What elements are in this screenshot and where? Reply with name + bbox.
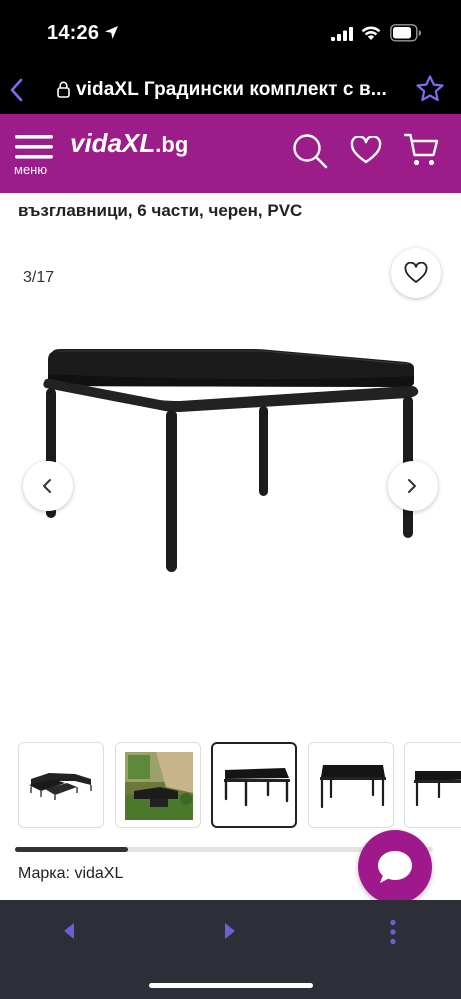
title-first-line-clipped xyxy=(18,193,318,198)
thumb-sofa-set[interactable] xyxy=(18,742,104,828)
thumb-garden-scene[interactable] xyxy=(115,742,201,828)
site-header: меню vidaXL.bg xyxy=(0,114,461,193)
search-icon[interactable] xyxy=(292,133,328,169)
scrollbar-thumb[interactable] xyxy=(15,847,128,852)
chat-icon xyxy=(378,851,412,883)
logo-domain: .bg xyxy=(155,132,189,157)
browser-bottom-toolbar xyxy=(0,900,461,999)
thumb-ottoman-side[interactable] xyxy=(308,742,394,828)
thumb-ottoman-front[interactable] xyxy=(211,742,297,828)
status-time: 14:26 xyxy=(47,22,100,44)
wishlist-button[interactable] xyxy=(391,248,441,298)
image-counter: 3/17 xyxy=(23,269,55,286)
site-logo[interactable]: vidaXL.bg xyxy=(70,128,188,159)
previous-image-button[interactable] xyxy=(23,461,73,511)
heart-icon xyxy=(404,262,428,283)
back-chevron-icon[interactable] xyxy=(9,78,23,102)
thumb-ottoman-partial[interactable] xyxy=(404,742,461,828)
chevron-right-icon xyxy=(408,479,416,493)
brand-label: Марка: vidaXL xyxy=(18,865,124,882)
next-image-button[interactable] xyxy=(388,461,438,511)
browser-toolbar: vidaXL Градински комплект с в... xyxy=(0,68,461,114)
menu-icon[interactable] xyxy=(15,134,53,160)
page-address[interactable]: vidaXL Градински комплект с в... xyxy=(76,79,387,101)
wifi-icon xyxy=(361,26,381,40)
product-image[interactable] xyxy=(30,330,430,590)
logo-xl: XL xyxy=(122,128,156,158)
more-vertical-icon[interactable] xyxy=(389,919,397,945)
logo-vida: vida xyxy=(70,128,123,158)
cart-icon[interactable] xyxy=(404,132,440,168)
home-indicator xyxy=(149,983,313,988)
heart-icon[interactable] xyxy=(350,136,382,164)
lock-icon xyxy=(57,81,70,98)
battery-icon xyxy=(390,24,421,42)
forward-arrow-icon[interactable] xyxy=(223,922,237,940)
back-arrow-icon[interactable] xyxy=(62,922,76,940)
chat-button[interactable] xyxy=(358,830,432,904)
product-title: възглавници, 6 части, черен, PVC xyxy=(18,201,303,220)
star-icon[interactable] xyxy=(415,74,445,104)
menu-label[interactable]: меню xyxy=(14,162,47,177)
chevron-left-icon xyxy=(43,479,51,493)
signal-icon xyxy=(331,27,353,41)
status-bar: 14:26 xyxy=(0,0,461,68)
thumbnail-strip[interactable] xyxy=(0,741,461,831)
location-arrow-icon xyxy=(105,26,118,39)
